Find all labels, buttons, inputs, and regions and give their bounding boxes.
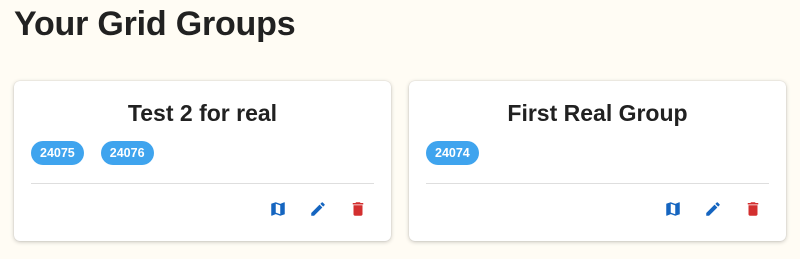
edit-button[interactable] [307, 198, 329, 220]
grid-chip[interactable]: 24075 [31, 141, 84, 165]
divider [426, 183, 769, 184]
map-icon [271, 202, 285, 216]
edit-icon [311, 202, 325, 216]
page-title: Your Grid Groups [14, 5, 296, 43]
grid-chip[interactable]: 24074 [426, 141, 479, 165]
delete-button[interactable] [742, 198, 764, 220]
edit-icon [706, 202, 720, 216]
map-icon [666, 202, 680, 216]
group-name: First Real Group [507, 100, 688, 126]
grid-chip-list: 24075 24076 [31, 141, 154, 165]
delete-icon [352, 202, 364, 216]
group-name: Test 2 for real [127, 100, 278, 126]
edit-button[interactable] [702, 198, 724, 220]
card-actions [662, 198, 764, 220]
grid-chip-list: 24074 [426, 141, 479, 165]
map-button[interactable] [662, 198, 684, 220]
map-button[interactable] [267, 198, 289, 220]
delete-button[interactable] [347, 198, 369, 220]
grid-chip[interactable]: 24076 [100, 141, 154, 165]
card-actions [267, 198, 369, 220]
group-card-list: Test 2 for real 24075 24076 First Real G… [14, 81, 786, 241]
delete-icon [747, 202, 759, 216]
divider [31, 183, 374, 184]
group-card: Test 2 for real 24075 24076 [14, 81, 391, 241]
group-card: First Real Group 24074 [409, 81, 786, 241]
